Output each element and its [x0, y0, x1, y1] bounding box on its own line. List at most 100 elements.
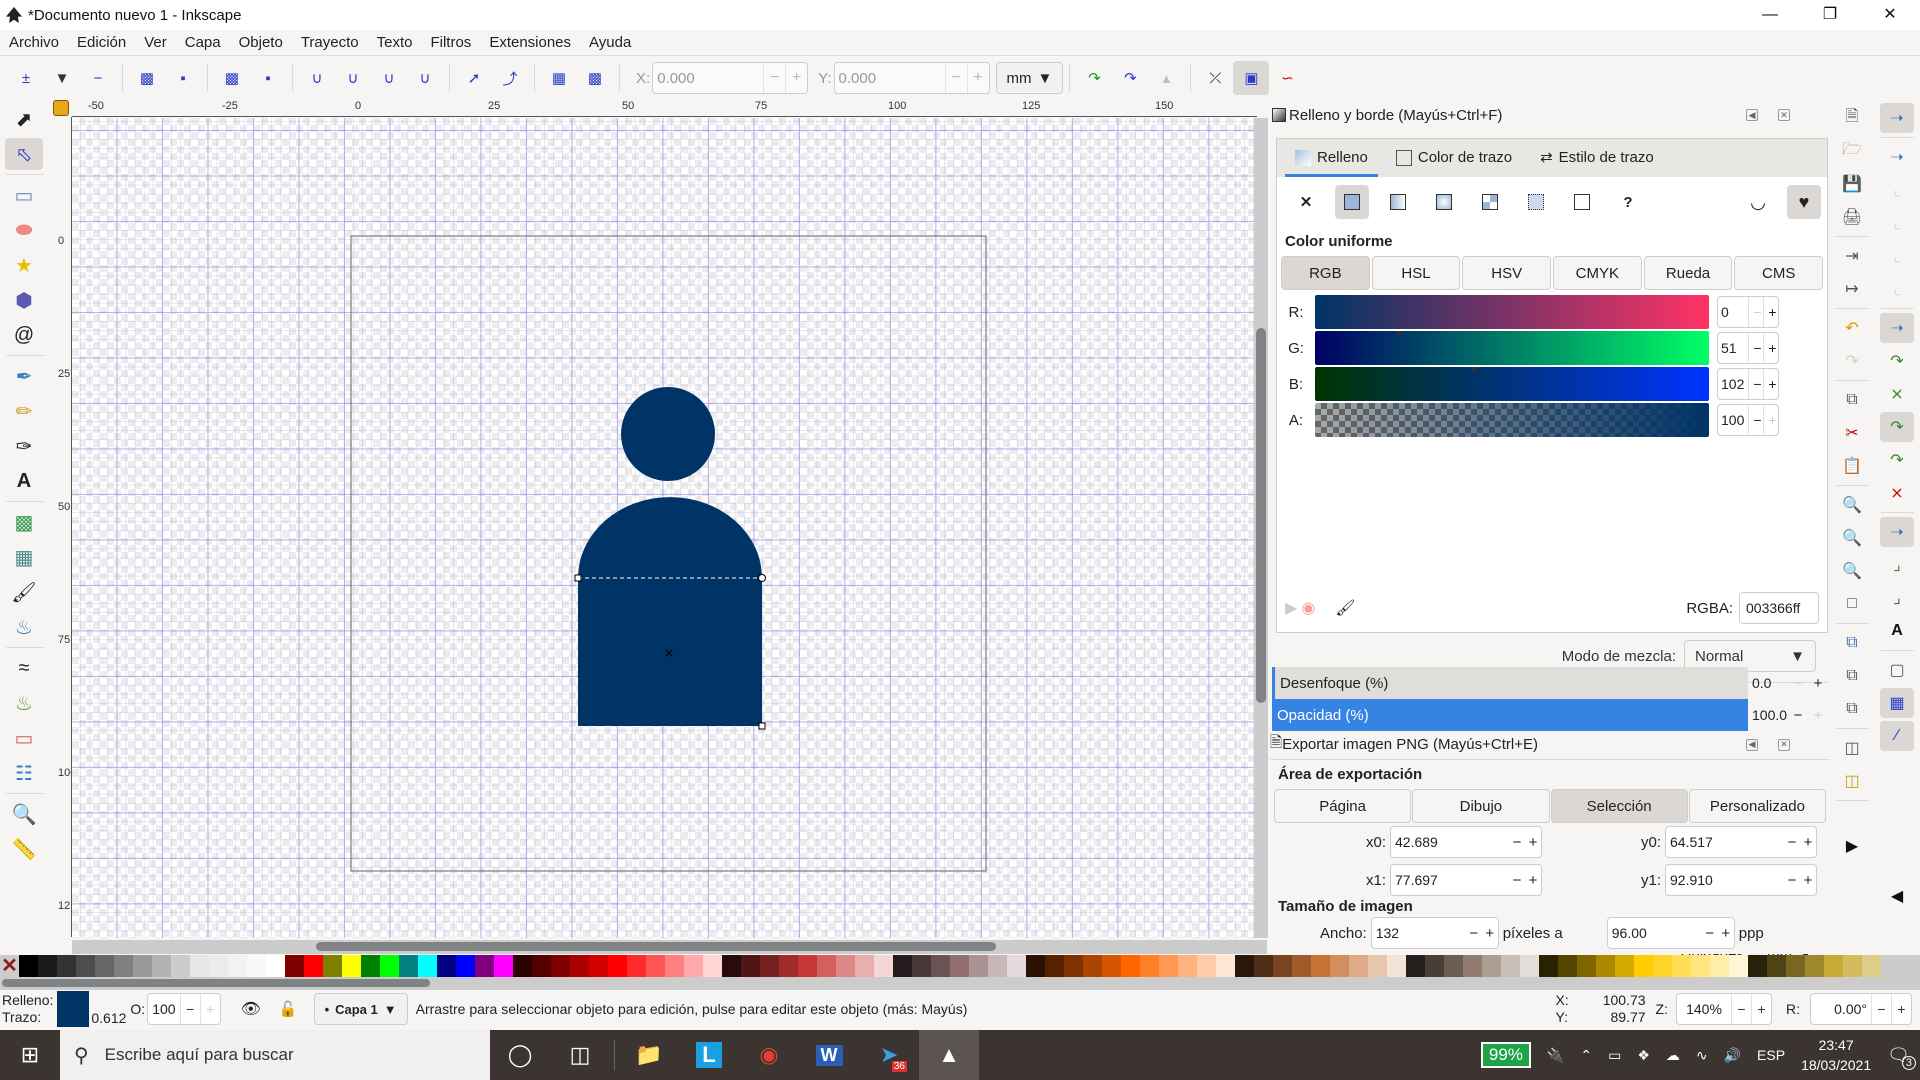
join-segment-icon[interactable]: ▩ — [214, 61, 250, 95]
snap-text-baseline-icon[interactable]: A — [1880, 616, 1914, 646]
paint-pattern-button[interactable] — [1519, 185, 1553, 219]
cusp-node-icon[interactable]: ∪ — [299, 61, 335, 95]
text-tool-icon[interactable]: A — [5, 465, 43, 497]
chrome-icon[interactable]: ◉ — [739, 1030, 799, 1080]
palette-swatch[interactable] — [1520, 955, 1539, 977]
palette-swatch[interactable] — [1368, 955, 1387, 977]
x1-decrement[interactable]: − — [1509, 872, 1525, 889]
palette-swatch[interactable] — [114, 955, 133, 977]
head-circle[interactable] — [621, 387, 715, 481]
dropbox-icon[interactable]: ❖ — [1637, 1047, 1650, 1064]
palette-swatch[interactable] — [1748, 955, 1767, 977]
show-handles-icon[interactable]: ▣ — [1233, 61, 1270, 95]
zoom-drawing-icon[interactable]: 🔍 — [1835, 523, 1869, 553]
palette-swatch[interactable] — [1178, 955, 1197, 977]
zoom-page-width-icon[interactable]: □ — [1835, 589, 1869, 619]
zoom-page-icon[interactable]: 🔍 — [1835, 556, 1869, 586]
palette-swatch[interactable] — [1197, 955, 1216, 977]
color-mode-cmyk[interactable]: CMYK — [1553, 256, 1642, 290]
delete-segment-icon[interactable]: ▪ — [250, 61, 286, 95]
zoom-increment[interactable]: + — [1751, 994, 1771, 1024]
export-area-page[interactable]: Página — [1274, 789, 1412, 823]
palette-swatch[interactable] — [1691, 955, 1710, 977]
menu-texto[interactable]: Texto — [368, 34, 422, 51]
palette-swatch[interactable] — [1235, 955, 1254, 977]
palette-swatch[interactable] — [1482, 955, 1501, 977]
show-hidden-icons-icon[interactable]: ⌃ — [1580, 1047, 1592, 1064]
y-decrement[interactable]: − — [944, 63, 967, 93]
measure-tool-icon[interactable]: 📏 — [5, 833, 43, 865]
a-spinbox[interactable]: 100− + — [1717, 404, 1779, 436]
palette-swatch[interactable] — [494, 955, 513, 977]
insert-node-dropdown-icon[interactable]: ▼ — [44, 61, 80, 95]
palette-swatch[interactable] — [1729, 955, 1748, 977]
y0-decrement[interactable]: − — [1784, 834, 1800, 851]
stroke-to-path-icon[interactable]: ▩ — [577, 61, 613, 95]
eraser-tool-icon[interactable]: ▭ — [5, 722, 43, 754]
palette-swatch[interactable] — [1311, 955, 1330, 977]
pencil-tool-icon[interactable]: ✏ — [5, 395, 43, 427]
tab-fill[interactable]: Relleno — [1285, 149, 1378, 177]
r-spinbox[interactable]: 0 − + — [1717, 296, 1779, 328]
b-spinbox[interactable]: 102− + — [1717, 368, 1779, 400]
battery-indicator[interactable]: 99% — [1480, 1042, 1531, 1068]
taskbar-search-box[interactable]: ⚲ Escribe aquí para buscar — [60, 1030, 490, 1080]
dpi-input[interactable]: 96.00 − + — [1606, 917, 1735, 949]
volume-icon[interactable]: 🔊 — [1724, 1047, 1741, 1064]
opacity-decrement[interactable]: − — [179, 994, 200, 1024]
y-increment[interactable]: + — [966, 63, 989, 93]
save-document-icon[interactable]: 💾 — [1835, 169, 1869, 199]
paint-unset-button[interactable]: ? — [1611, 185, 1645, 219]
snap-object-midpoint-icon[interactable]: ⌟ — [1880, 550, 1914, 580]
x-increment[interactable]: + — [785, 63, 807, 93]
join-nodes-icon[interactable]: ▩ — [129, 61, 165, 95]
palette-swatch[interactable] — [437, 955, 456, 977]
image-width-increment[interactable]: + — [1482, 925, 1498, 942]
snap-page-border-icon[interactable]: ▢ — [1880, 655, 1914, 685]
group-icon[interactable]: ◫ — [1835, 733, 1869, 763]
segment-line-icon[interactable]: ➚ — [456, 61, 492, 95]
auto-smooth-node-icon[interactable]: ∪ — [407, 61, 443, 95]
palette-swatch[interactable] — [912, 955, 931, 977]
palette-swatch[interactable] — [779, 955, 798, 977]
node-tool-icon[interactable]: ⬁ — [5, 138, 43, 170]
palette-swatch[interactable] — [874, 955, 893, 977]
g-increment[interactable]: + — [1763, 333, 1778, 363]
paint-none-button[interactable]: ✕ — [1289, 185, 1323, 219]
palette-swatch[interactable] — [1444, 955, 1463, 977]
menu-archivo[interactable]: Archivo — [0, 34, 68, 51]
snap-nodes-icon[interactable]: ➝ — [1880, 313, 1914, 343]
palette-swatch[interactable] — [1634, 955, 1653, 977]
horizontal-ruler[interactable]: -50 -25 0 25 50 75 100 125 150 — [72, 100, 1257, 117]
paint-swatch-button[interactable] — [1565, 185, 1599, 219]
collapse-bar-icon[interactable]: ◀ — [1880, 881, 1914, 911]
fill-rule-nonzero-button[interactable]: ♥ — [1787, 185, 1821, 219]
notifications-icon[interactable]: 🗨 3 — [1887, 1045, 1916, 1070]
palette-swatch[interactable] — [475, 955, 494, 977]
palette-swatch[interactable] — [1387, 955, 1406, 977]
word-icon[interactable]: W — [799, 1030, 859, 1080]
palette-swatch[interactable] — [760, 955, 779, 977]
a-decrement[interactable]: − — [1748, 405, 1763, 435]
menu-objeto[interactable]: Objeto — [230, 34, 292, 51]
palette-swatch[interactable] — [418, 955, 437, 977]
slider-b[interactable] — [1315, 367, 1709, 401]
x-value[interactable] — [653, 69, 764, 87]
palette-swatch[interactable] — [57, 955, 76, 977]
export-icon[interactable]: ↦ — [1835, 274, 1869, 304]
palette-swatch[interactable] — [1216, 955, 1235, 977]
x-coordinate-input[interactable]: −+ — [652, 62, 809, 94]
paint-flat-button[interactable] — [1335, 185, 1369, 219]
menu-extensiones[interactable]: Extensiones — [480, 34, 580, 51]
wifi-icon[interactable]: ∿ — [1696, 1047, 1708, 1064]
palette-swatch[interactable] — [1558, 955, 1577, 977]
palette-swatch[interactable] — [380, 955, 399, 977]
zoom-spinbox[interactable]: 140% − + — [1676, 993, 1772, 1025]
eyedropper-icon[interactable]: 🖌 — [1335, 598, 1355, 618]
palette-swatch[interactable] — [361, 955, 380, 977]
paint-linear-gradient-button[interactable] — [1381, 185, 1415, 219]
opacity-spinbox[interactable]: 100− + — [147, 993, 221, 1025]
snap-path-icon[interactable]: ↷ — [1880, 346, 1914, 376]
restore-button[interactable]: ❐ — [1800, 0, 1860, 30]
layer-lock-icon[interactable]: 🔓 — [279, 1000, 298, 1018]
